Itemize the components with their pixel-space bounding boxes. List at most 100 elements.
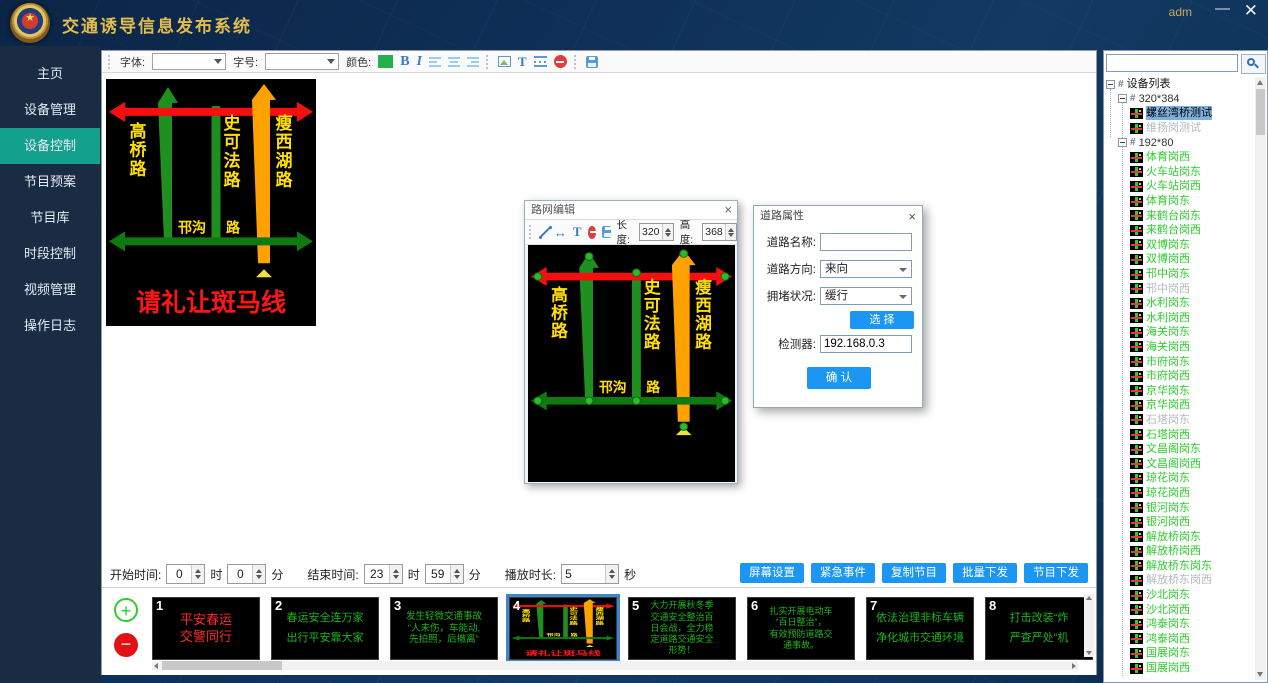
collapse-icon[interactable] xyxy=(1118,138,1127,147)
delete-icon[interactable] xyxy=(588,226,597,239)
playlist-item-2[interactable]: 2春运安全连万家出行平安靠大家 xyxy=(271,597,379,660)
sidebar-item-1[interactable]: 设备管理 xyxy=(0,92,100,128)
scroll-up-icon[interactable] xyxy=(1086,596,1092,600)
scrollbar-thumb[interactable] xyxy=(1256,89,1265,135)
road-handle[interactable] xyxy=(721,397,729,405)
road-handle[interactable] xyxy=(680,423,688,431)
start-hour-stepper[interactable]: 0 xyxy=(166,564,205,584)
collapse-icon[interactable] xyxy=(1106,80,1115,89)
insert-image-icon[interactable] xyxy=(498,56,511,67)
text-tool-icon[interactable]: T xyxy=(573,224,582,240)
tree-device-1-28[interactable]: 解放桥东岗东 xyxy=(1106,559,1253,574)
align-center-icon[interactable] xyxy=(448,57,460,67)
tree-device-1-18[interactable]: 石塔岗东 xyxy=(1106,413,1253,428)
tree-device-1-11[interactable]: 水利岗西 xyxy=(1106,311,1253,326)
save-icon[interactable] xyxy=(602,226,610,238)
select-button[interactable]: 选 择 xyxy=(850,311,914,329)
sign-preview-canvas[interactable]: 高桥路史可法路瘦西湖路邗沟路请礼让斑马线 xyxy=(106,79,316,326)
tree-device-1-8[interactable]: 邗中岗东 xyxy=(1106,267,1253,282)
tree-device-1-7[interactable]: 双博岗西 xyxy=(1106,252,1253,267)
save-icon[interactable] xyxy=(586,56,598,68)
scroll-right-icon[interactable] xyxy=(1072,663,1076,669)
tree-device-1-22[interactable]: 琼花岗东 xyxy=(1106,471,1253,486)
road-handle[interactable] xyxy=(534,397,542,405)
length-stepper[interactable]: 320 xyxy=(639,223,674,241)
stepper-arrows[interactable] xyxy=(725,224,736,240)
road-handle[interactable] xyxy=(721,273,729,281)
sidebar-item-4[interactable]: 节目库 xyxy=(0,200,100,236)
tree-device-1-35[interactable]: 国展岗西 xyxy=(1106,661,1253,676)
tree-device-1-33[interactable]: 鸿泰岗西 xyxy=(1106,632,1253,647)
tree-device-1-23[interactable]: 琼花岗西 xyxy=(1106,486,1253,501)
tree-device-1-24[interactable]: 银河岗东 xyxy=(1106,500,1253,515)
tree-device-1-4[interactable]: 来鹤台岗东 xyxy=(1106,208,1253,223)
tree-device-1-16[interactable]: 京华岗东 xyxy=(1106,383,1253,398)
scroll-up-icon[interactable] xyxy=(1257,80,1263,85)
road-direction-select[interactable]: 来向 xyxy=(820,260,912,278)
action-button-2[interactable]: 复制节目 xyxy=(882,563,946,583)
end-hour-stepper[interactable]: 23 xyxy=(364,564,403,584)
sidebar-item-2[interactable]: 设备控制 xyxy=(0,128,100,164)
close-icon[interactable]: × xyxy=(908,207,916,227)
tree-device-1-27[interactable]: 解放桥岗西 xyxy=(1106,544,1253,559)
road-editor-canvas[interactable]: 高桥路史可法路瘦西湖路邗沟路 xyxy=(528,245,735,482)
color-swatch[interactable] xyxy=(378,55,393,68)
action-button-3[interactable]: 批量下发 xyxy=(953,563,1017,583)
playlist-horizontal-scrollbar[interactable] xyxy=(152,661,1078,670)
remove-program-button[interactable]: − xyxy=(114,633,138,657)
tree-device-1-15[interactable]: 市府岗西 xyxy=(1106,369,1253,384)
tree-device-1-20[interactable]: 文昌阁岗东 xyxy=(1106,442,1253,457)
tree-root[interactable]: #设备列表 xyxy=(1106,77,1253,92)
line-tool-icon[interactable] xyxy=(539,226,548,239)
dialog-titlebar[interactable]: 道路属性 × xyxy=(754,206,922,226)
delete-icon[interactable] xyxy=(554,55,567,68)
stepper-arrows[interactable] xyxy=(389,565,402,583)
sidebar-item-0[interactable]: 主页 xyxy=(0,56,100,92)
scroll-down-icon[interactable] xyxy=(1257,672,1263,677)
tree-device-0-1[interactable]: 维扬岗测试 xyxy=(1106,121,1253,136)
collapse-icon[interactable] xyxy=(1118,94,1127,103)
start-minute-stepper[interactable]: 0 xyxy=(227,564,266,584)
stepper-arrows[interactable] xyxy=(252,565,265,583)
tree-scrollbar[interactable] xyxy=(1255,77,1266,680)
double-arrow-tool-icon[interactable]: ↔ xyxy=(554,226,567,239)
align-left-icon[interactable] xyxy=(429,57,441,67)
playlist-item-8[interactable]: 8打击改装“炸严查严处“机 xyxy=(985,597,1093,660)
tree-device-1-5[interactable]: 来鹤台岗西 xyxy=(1106,223,1253,238)
tree-device-1-30[interactable]: 沙北岗东 xyxy=(1106,588,1253,603)
playlist-item-5[interactable]: 5大力开展秋冬季交通安全整治百日会战，全力稳定道路交通安全形势！ xyxy=(628,597,736,660)
road-handle[interactable] xyxy=(585,397,593,405)
align-right-icon[interactable] xyxy=(467,57,479,67)
tree-device-1-6[interactable]: 双博岗东 xyxy=(1106,238,1253,253)
playlist-item-7[interactable]: 7依法治理非标车辆净化城市交通环境 xyxy=(866,597,974,660)
scrollbar-thumb[interactable] xyxy=(162,661,282,670)
playlist-item-4[interactable]: 4高桥路史可法路瘦西湖路邗沟路请礼让斑马线 xyxy=(509,597,617,660)
detector-field[interactable] xyxy=(820,335,912,353)
action-button-0[interactable]: 屏幕设置 xyxy=(740,563,804,583)
congestion-select[interactable]: 缓行 xyxy=(820,287,912,305)
close-icon[interactable]: ✕ xyxy=(1244,1,1258,21)
tree-device-1-1[interactable]: 火车站岗东 xyxy=(1106,165,1253,180)
scroll-left-icon[interactable] xyxy=(154,663,158,669)
tree-device-1-12[interactable]: 海关岗东 xyxy=(1106,325,1253,340)
tree-device-1-34[interactable]: 国展岗东 xyxy=(1106,646,1253,661)
scroll-down-icon[interactable] xyxy=(1086,651,1092,655)
tree-device-1-26[interactable]: 解放桥岗东 xyxy=(1106,529,1253,544)
tree-device-1-21[interactable]: 文昌阁岗西 xyxy=(1106,456,1253,471)
tree-device-1-10[interactable]: 水利岗东 xyxy=(1106,296,1253,311)
road-handle[interactable] xyxy=(632,269,640,277)
tree-device-0-0[interactable]: 螺丝湾桥测试 xyxy=(1106,106,1253,121)
road-editor-titlebar[interactable]: 路网编辑 × xyxy=(525,201,737,220)
sidebar-item-6[interactable]: 视频管理 xyxy=(0,272,100,308)
road-tool-icon[interactable] xyxy=(534,56,547,67)
road-name-field[interactable] xyxy=(820,233,912,251)
playlist-item-3[interactable]: 3发生轻微交通事故“人未伤，车能动,先拍照，后撤离” xyxy=(390,597,498,660)
end-minute-stepper[interactable]: 59 xyxy=(425,564,464,584)
playlist-item-1[interactable]: 1平安春运交警同行 xyxy=(152,597,260,660)
tree-device-1-32[interactable]: 鸿泰岗东 xyxy=(1106,617,1253,632)
text-tool-icon[interactable]: T xyxy=(518,54,527,70)
minimize-icon[interactable]: — xyxy=(1215,0,1230,17)
tree-device-1-2[interactable]: 火车站岗西 xyxy=(1106,179,1253,194)
font-family-dropdown[interactable] xyxy=(152,53,226,70)
duration-stepper[interactable]: 5 xyxy=(561,564,619,584)
